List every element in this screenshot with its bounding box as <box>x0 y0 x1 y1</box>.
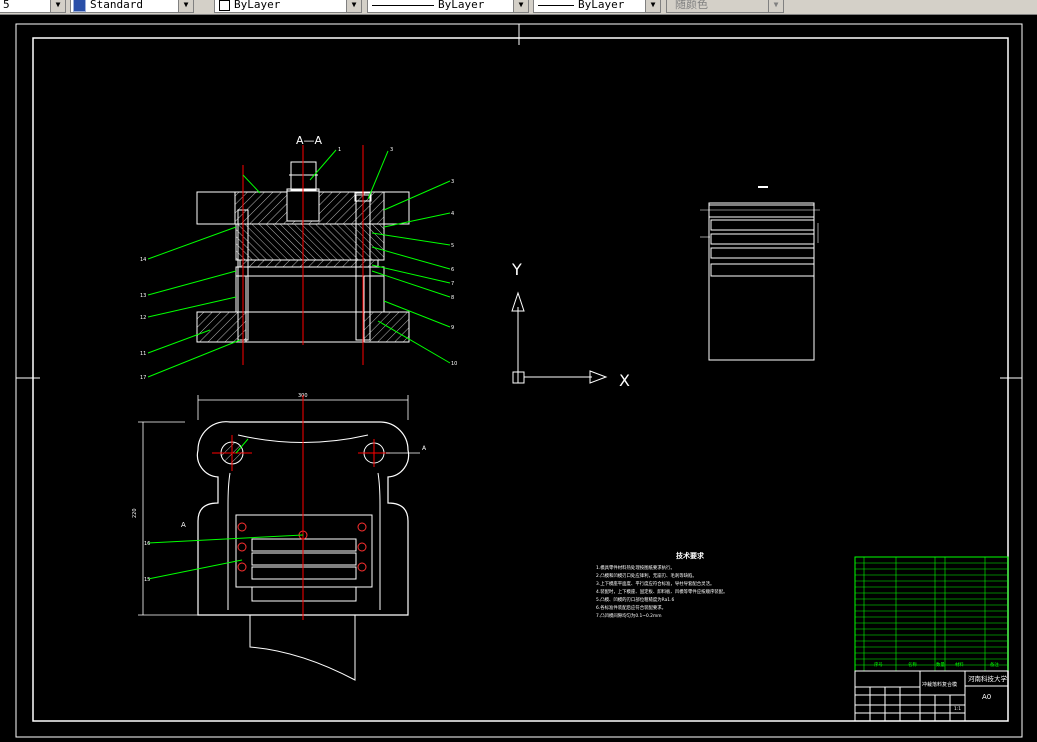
svg-text:10: 10 <box>451 361 457 367</box>
svg-text:4: 4 <box>451 211 454 217</box>
linetype-value: ByLayer <box>438 0 485 11</box>
drawing-canvas[interactable]: A—A 1 3 3 4 5 6 7 8 9 10 14 13 12 11 17 … <box>0 15 1037 742</box>
svg-text:17: 17 <box>140 375 146 381</box>
linetype-combo[interactable]: ByLayer ▼ <box>367 0 529 13</box>
chevron-down-icon[interactable]: ▼ <box>178 0 193 12</box>
text-height-value: 5 <box>3 0 10 11</box>
title-scale: 1:1 <box>954 706 961 712</box>
svg-text:12: 12 <box>140 315 146 321</box>
plot-style-combo[interactable]: 随颜色 ▼ <box>666 0 784 13</box>
text-height-combo[interactable]: 5 ▼ <box>0 0 66 13</box>
part-balloons-plan: 16 15 <box>144 541 150 583</box>
plan-view[interactable]: 300 220 <box>132 393 427 681</box>
text-style-icon <box>73 0 86 12</box>
text-style-combo[interactable]: Standard ▼ <box>70 0 194 13</box>
screw-holes <box>237 522 367 572</box>
technical-requirements: 技术要求 1.模具零件材料热处理按图纸要求执行。 2.凸模和凹模刃口处应锋利，无… <box>596 551 728 619</box>
chevron-down-icon[interactable]: ▼ <box>346 0 361 12</box>
layer-value: ByLayer <box>234 0 281 11</box>
svg-text:5: 5 <box>451 243 454 249</box>
strip-layout-view[interactable] <box>700 186 820 361</box>
svg-text:1.模具零件材料热处理按图纸要求执行。: 1.模具零件材料热处理按图纸要求执行。 <box>596 564 675 571</box>
svg-text:3.上下模座平面度、平行度应符合标准，导柱导套配合灵活。: 3.上下模座平面度、平行度应符合标准，导柱导套配合灵活。 <box>596 580 714 587</box>
strip-material <box>249 615 356 681</box>
svg-text:3: 3 <box>451 179 454 185</box>
section-title: A—A <box>296 134 323 147</box>
lineweight-combo[interactable]: ByLayer ▼ <box>533 0 661 13</box>
svg-text:15: 15 <box>144 577 150 583</box>
text-style-value: Standard <box>90 0 143 11</box>
plan-dimensions <box>138 395 409 616</box>
svg-text:2.凸模和凹模刃口处应锋利，无崩刃、毛刺等缺陷。: 2.凸模和凹模刃口处应锋利，无崩刃、毛刺等缺陷。 <box>596 572 697 579</box>
stripper-plate[interactable] <box>235 266 385 277</box>
svg-text:材料: 材料 <box>955 661 964 668</box>
svg-text:5.凸模、凹模的刃口部位粗糙度为Ra1.6: 5.凸模、凹模的刃口部位粗糙度为Ra1.6 <box>596 596 674 603</box>
svg-text:9: 9 <box>451 325 454 331</box>
svg-text:数量: 数量 <box>936 661 945 668</box>
svg-text:16: 16 <box>144 541 150 547</box>
svg-text:13: 13 <box>140 293 146 299</box>
color-swatch-icon <box>219 0 230 11</box>
layer-combo[interactable]: ByLayer ▼ <box>214 0 362 13</box>
linetype-sample-icon <box>372 4 434 6</box>
centering-marks <box>16 24 1022 379</box>
svg-text:4.装配时，上下模座、固定板、卸料板、凹模等零件应按顺序装配: 4.装配时，上下模座、固定板、卸料板、凹模等零件应按顺序装配。 <box>596 588 728 595</box>
ucs-y-label: Y <box>511 260 522 279</box>
centerlines-plan <box>212 395 390 620</box>
properties-toolbar: 5 ▼ Standard ▼ ByLayer ▼ ByLayer ▼ ByLay… <box>0 0 1037 15</box>
bom-header: 序号 名称 数量 材料 备注 <box>874 661 999 668</box>
svg-text:7: 7 <box>451 281 454 287</box>
svg-text:1: 1 <box>338 147 341 153</box>
svg-text:6.各标准件装配后应符合装配要求。: 6.各标准件装配后应符合装配要求。 <box>596 604 666 611</box>
svg-text:3: 3 <box>390 147 393 153</box>
svg-text:6: 6 <box>451 267 454 273</box>
dimension-height: 220 <box>132 508 138 518</box>
svg-text:名称: 名称 <box>908 661 917 668</box>
sheet-border-outer <box>15 23 1023 738</box>
svg-text:7.凸凹模间隙均匀为0.1~0.2mm: 7.凸凹模间隙均匀为0.1~0.2mm <box>596 612 662 619</box>
title-drawing-name: 冲裁落料复合模 <box>922 681 957 688</box>
title-sheet-size: A0 <box>982 693 991 701</box>
svg-text:序号: 序号 <box>874 661 883 668</box>
svg-text:14: 14 <box>140 257 146 263</box>
section-view-a-a[interactable]: A—A 1 3 3 4 5 6 7 8 9 10 14 13 12 11 17 <box>140 134 457 381</box>
chevron-down-icon[interactable]: ▼ <box>513 0 528 12</box>
punch-plate[interactable] <box>235 223 385 261</box>
title-school: 河南科技大学 <box>968 674 1008 683</box>
chevron-down-icon[interactable]: ▼ <box>50 0 65 12</box>
bill-of-materials[interactable]: 序号 名称 数量 材料 备注 <box>854 556 1009 672</box>
lineweight-sample-icon <box>538 4 574 6</box>
plot-style-value: 随颜色 <box>675 0 708 11</box>
sheet-border-inner <box>32 37 1009 722</box>
svg-text:8: 8 <box>451 295 454 301</box>
tech-req-title: 技术要求 <box>676 551 705 560</box>
lineweight-value: ByLayer <box>578 0 625 11</box>
chevron-down-icon[interactable]: ▼ <box>768 0 783 12</box>
ucs-icon <box>511 291 608 384</box>
svg-text:11: 11 <box>140 351 146 357</box>
chevron-down-icon[interactable]: ▼ <box>645 0 660 12</box>
ucs-x-label: X <box>619 371 630 390</box>
svg-text:备注: 备注 <box>990 661 999 668</box>
section-mark-a: A <box>181 521 186 529</box>
view-mark-a: A <box>422 445 427 452</box>
